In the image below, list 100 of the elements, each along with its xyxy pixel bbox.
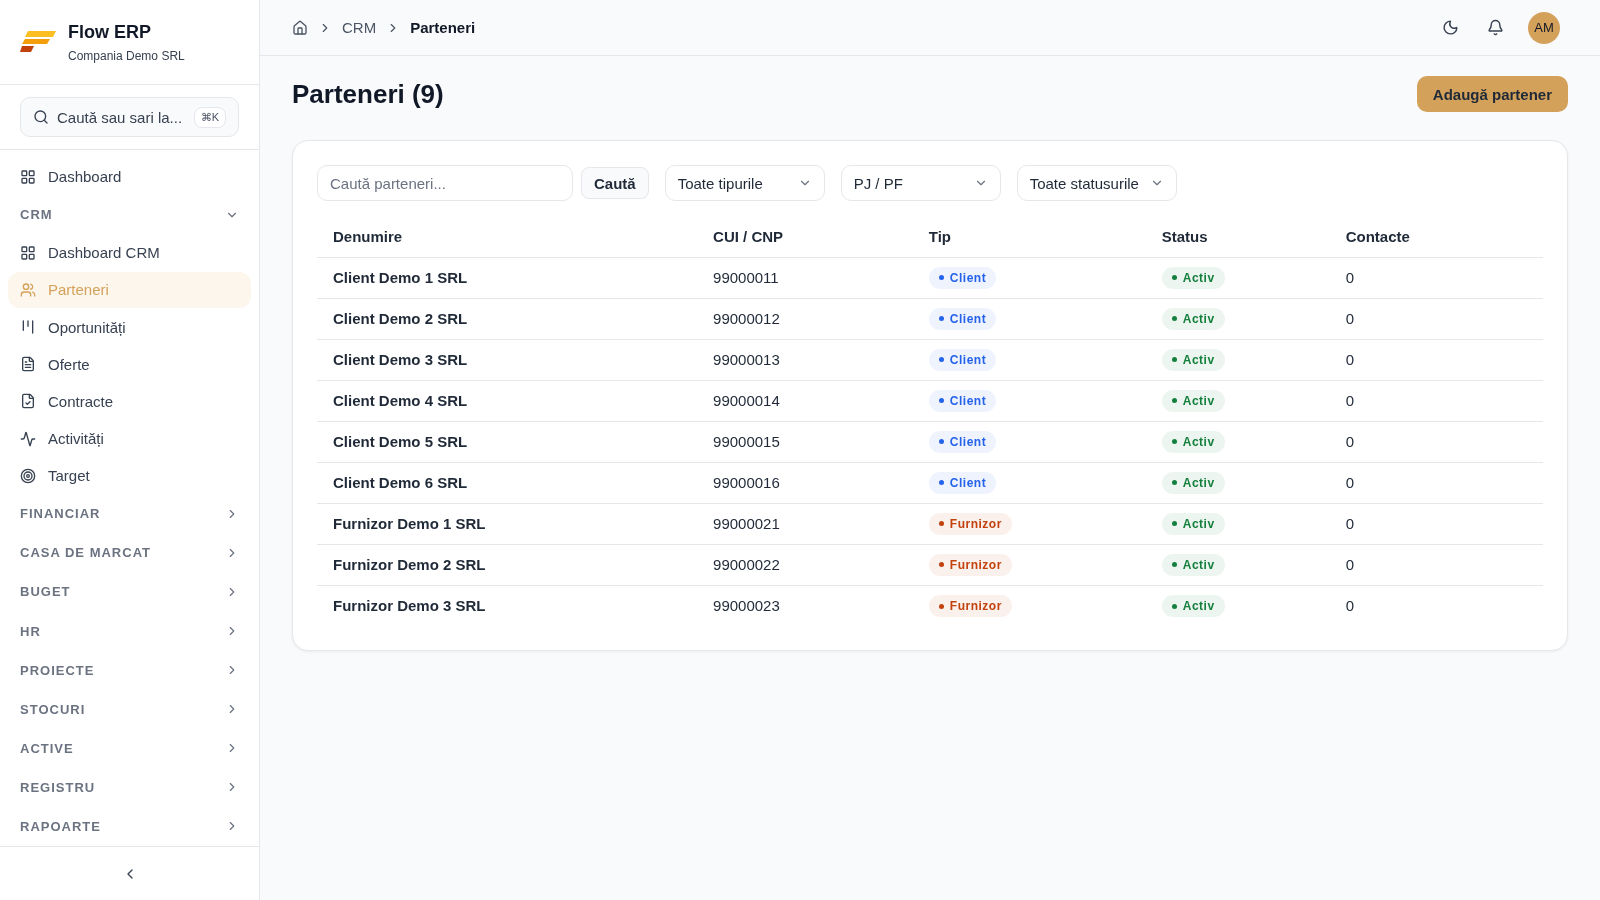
column-header: Status [1145,217,1330,257]
nav-label: Target [48,467,90,485]
contacts-cell: 0 [1329,544,1543,585]
home-icon[interactable] [292,19,308,36]
status-tag: Activ [1161,307,1225,330]
target-icon [20,467,36,484]
search-placeholder: Caută sau sari la... [57,108,183,126]
status-tag: Activ [1161,266,1225,289]
contacts-cell: 0 [1329,380,1543,421]
nav-item[interactable]: Dashboard [8,159,251,195]
columns-icon [20,319,36,336]
cui-cell: 99000013 [697,339,913,380]
document-icon [20,356,36,373]
column-header: CUI / CNP [697,217,913,257]
cui-cell: 99000021 [697,503,913,544]
nav-item[interactable]: Activități [8,421,251,457]
brand-name: Flow ERP [68,21,152,43]
filter-select[interactable]: Toate tipurile [664,165,825,201]
nav-group[interactable]: RAPOARTE [8,806,251,846]
breadcrumb-link[interactable]: CRM [342,19,377,36]
grid-icon [20,168,36,185]
group-label: RAPOARTE [20,818,101,834]
contacts-cell: 0 [1329,462,1543,503]
nav-item[interactable]: Target [8,458,251,494]
group-label: HR [20,623,41,639]
status-tag: Activ [1161,512,1225,535]
nav-group[interactable]: FINANCIAR [8,494,251,534]
nav-label: Contracte [48,392,114,410]
group-label: PROIECTE [20,662,95,678]
moon-icon [1442,19,1459,36]
group-label: CRM [20,207,53,223]
search-icon [33,109,49,125]
group-label: ACTIVE [20,740,74,756]
status-tag: Activ [1161,553,1225,576]
group-label: STOCURI [20,701,86,717]
type-tag: Furnizor [928,553,1012,576]
bell-icon [1487,19,1504,36]
cui-cell: 99000016 [697,462,913,503]
column-header: Denumire [317,217,698,257]
status-tag: Activ [1161,348,1225,371]
status-tag: Activ [1161,389,1225,412]
grid-icon [20,244,36,261]
group-label: FINANCIAR [20,506,101,522]
group-label: CASA DE MARCAT [20,545,151,561]
nav-group[interactable]: HR [8,611,251,651]
type-tag: Client [928,389,997,412]
cui-cell: 99000022 [697,544,913,585]
nav-group[interactable]: PROIECTE [8,650,251,690]
shortcut-hint: ⌘K [193,106,226,128]
partner-name: Furnizor Demo 1 SRL [317,503,698,544]
logo-icon [20,31,56,53]
contacts-cell: 0 [1329,421,1543,462]
nav-group[interactable]: REGISTRU [8,767,251,807]
cui-cell: 99000015 [697,421,913,462]
nav-group[interactable]: ACTIVE [8,728,251,768]
nav-group[interactable]: BUGET [8,572,251,612]
nav-group[interactable]: STOCURI [8,689,251,729]
filter-select[interactable]: Toate statusurile [1016,165,1177,201]
group-label: REGISTRU [20,779,96,795]
pulse-icon [20,430,36,447]
nav-item[interactable]: Dashboard CRM [8,235,251,271]
nav-item[interactable]: Contracte [8,383,251,419]
column-header: Tip [912,217,1146,257]
partner-name: Client Demo 3 SRL [317,339,698,380]
filter-select[interactable]: PJ / PF [840,165,1001,201]
nav-item[interactable]: Oferte [8,346,251,382]
type-tag: Client [928,430,997,453]
cui-cell: 99000014 [697,380,913,421]
column-header: Contacte [1329,217,1543,257]
partner-name: Client Demo 4 SRL [317,380,698,421]
type-tag: Furnizor [928,512,1012,535]
nav-group[interactable]: CASA DE MARCAT [8,533,251,573]
nav-label: Dashboard [48,168,122,186]
partner-name: Client Demo 1 SRL [317,257,698,298]
type-tag: Client [928,348,997,371]
add-partner-button[interactable]: Adaugă partener [1416,76,1568,112]
breadcrumb-link[interactable]: Parteneri [410,19,476,36]
search-input[interactable]: Caută parteneri... [317,165,573,201]
partner-name: Furnizor Demo 2 SRL [317,544,698,585]
user-avatar[interactable]: AM [1528,11,1560,44]
page-title: Parteneri (9) [292,78,444,110]
type-tag: Client [928,471,997,494]
partner-name: Client Demo 5 SRL [317,421,698,462]
status-tag: Activ [1161,471,1225,494]
search-button[interactable]: Caută [581,167,649,199]
type-tag: Client [928,266,997,289]
nav-label: Activități [48,430,104,448]
nav-label: Oportunități [48,318,126,336]
document-check-icon [20,393,36,410]
cui-cell: 99000012 [697,298,913,339]
search-field[interactable]: Caută sau sari la... ⌘K [20,97,239,137]
company-name: Compania Demo SRL [68,48,185,63]
nav-item[interactable]: Oportunități [8,309,251,345]
nav-group[interactable]: CRM [8,195,251,235]
partner-name: Client Demo 6 SRL [317,462,698,503]
users-icon [20,281,36,298]
type-tag: Client [928,307,997,330]
type-tag: Furnizor [928,595,1012,617]
partner-name: Client Demo 2 SRL [317,298,698,339]
cui-cell: 99000011 [697,257,913,298]
